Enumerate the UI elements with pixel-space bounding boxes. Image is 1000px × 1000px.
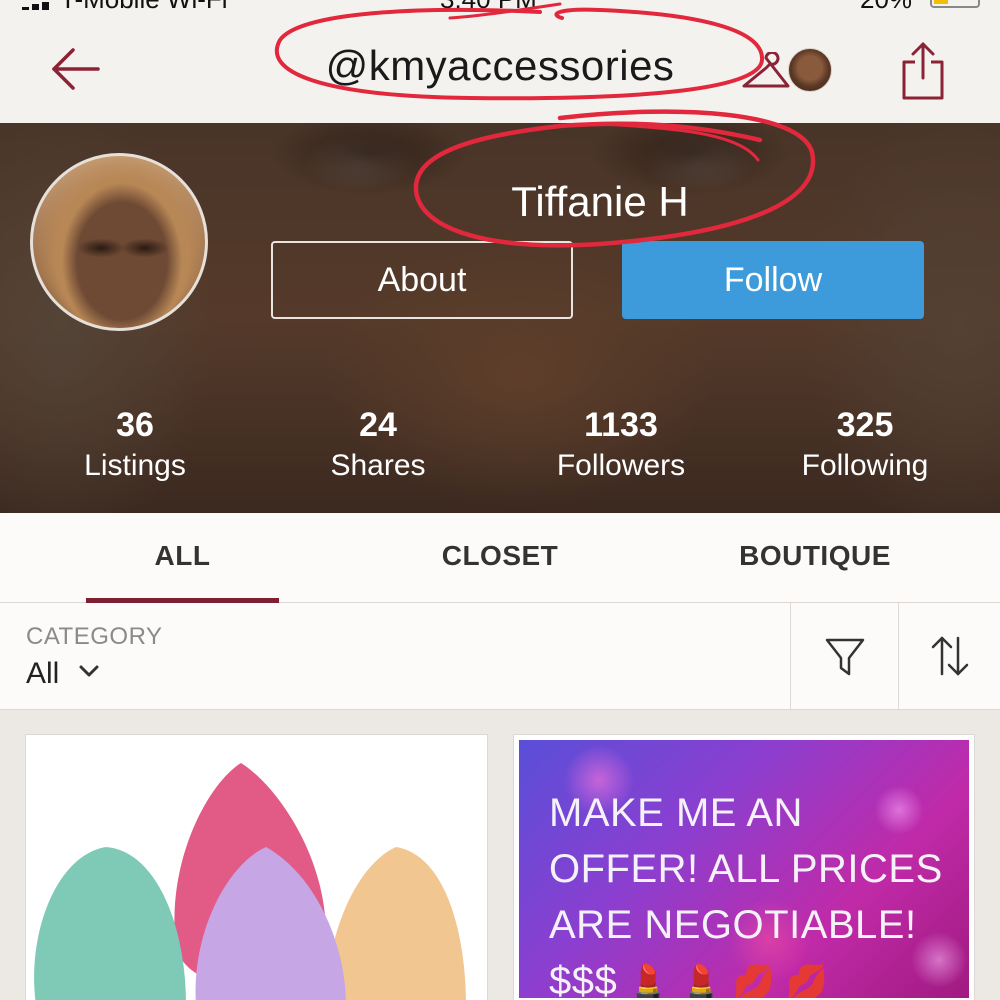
stat-followers[interactable]: 1133 Followers [501, 406, 741, 483]
filter-funnel-icon [825, 638, 864, 676]
promo-line: MAKE ME AN [549, 791, 803, 835]
profile-avatar[interactable] [30, 153, 208, 331]
tab-label: BOUTIQUE [739, 540, 891, 571]
sort-button[interactable] [898, 603, 1000, 709]
profile-name: Tiffanie H [511, 178, 689, 225]
battery-percent: 20% [860, 0, 912, 10]
tab-label: ALL [154, 540, 211, 571]
closet-tabs: ALL CLOSET BOUTIQUE [0, 513, 1000, 603]
about-button[interactable]: About [271, 241, 573, 319]
hanger-icon[interactable] [740, 50, 792, 96]
profile-cover: Tiffanie H About Follow 36 Listings 24 S… [0, 123, 1000, 513]
stat-listings[interactable]: 36 Listings [15, 406, 255, 483]
stat-label: Shares [330, 449, 426, 482]
promo-banner-image: MAKE ME AN OFFER! ALL PRICES ARE NEGOTIA… [519, 740, 969, 998]
share-button[interactable] [898, 40, 948, 102]
lipstick-icon: 💄 💄 💋 💋 [617, 964, 829, 998]
category-value: All [26, 657, 60, 690]
listing-card[interactable] [25, 734, 488, 1000]
tab-closet[interactable]: CLOSET [390, 513, 610, 601]
tab-boutique[interactable]: BOUTIQUE [700, 513, 930, 601]
status-time: 3:40 PM [440, 0, 537, 10]
makeup-sponges-image [26, 735, 487, 1000]
battery-icon [930, 0, 980, 8]
status-bar: T-Mobile Wi-Fi 3:40 PM 20% [0, 0, 1000, 10]
stat-value: 325 [836, 406, 894, 444]
tab-all[interactable]: ALL [86, 513, 279, 603]
promo-line-emoji: $$$ 💄 💄 💋 💋 [549, 953, 959, 998]
nav-avatar[interactable] [788, 48, 832, 92]
filter-button[interactable] [790, 603, 898, 709]
listing-card[interactable]: MAKE ME AN OFFER! ALL PRICES ARE NEGOTIA… [513, 734, 975, 1000]
page-title-username: @kmyaccessories [325, 42, 675, 89]
share-icon [902, 42, 944, 100]
promo-text: MAKE ME AN OFFER! ALL PRICES ARE NEGOTIA… [549, 785, 959, 998]
promo-line: ARE NEGOTIABLE! [549, 903, 917, 947]
follow-button[interactable]: Follow [622, 241, 924, 319]
category-label: CATEGORY [26, 623, 163, 650]
stat-shares[interactable]: 24 Shares [258, 406, 498, 483]
sort-arrows-icon [931, 636, 968, 676]
stat-label: Following [801, 449, 929, 482]
stat-value: 36 [116, 406, 154, 444]
listing-grid: MAKE ME AN OFFER! ALL PRICES ARE NEGOTIA… [0, 710, 1000, 1000]
promo-line: OFFER! ALL PRICES [549, 847, 943, 891]
promo-dollars: $$$ [549, 959, 618, 998]
stat-label: Followers [556, 449, 686, 482]
top-nav-bar: @kmyaccessories [0, 10, 1000, 123]
tab-label: CLOSET [441, 540, 559, 571]
signal-icon [12, 0, 58, 10]
carrier-text: T-Mobile Wi-Fi [60, 0, 228, 10]
stat-following[interactable]: 325 Following [745, 406, 985, 483]
stat-label: Listings [84, 449, 186, 482]
stat-value: 1133 [584, 406, 658, 444]
filter-bar: CATEGORY All [0, 603, 1000, 710]
chevron-down-icon [79, 665, 99, 677]
stat-value: 24 [359, 406, 397, 444]
